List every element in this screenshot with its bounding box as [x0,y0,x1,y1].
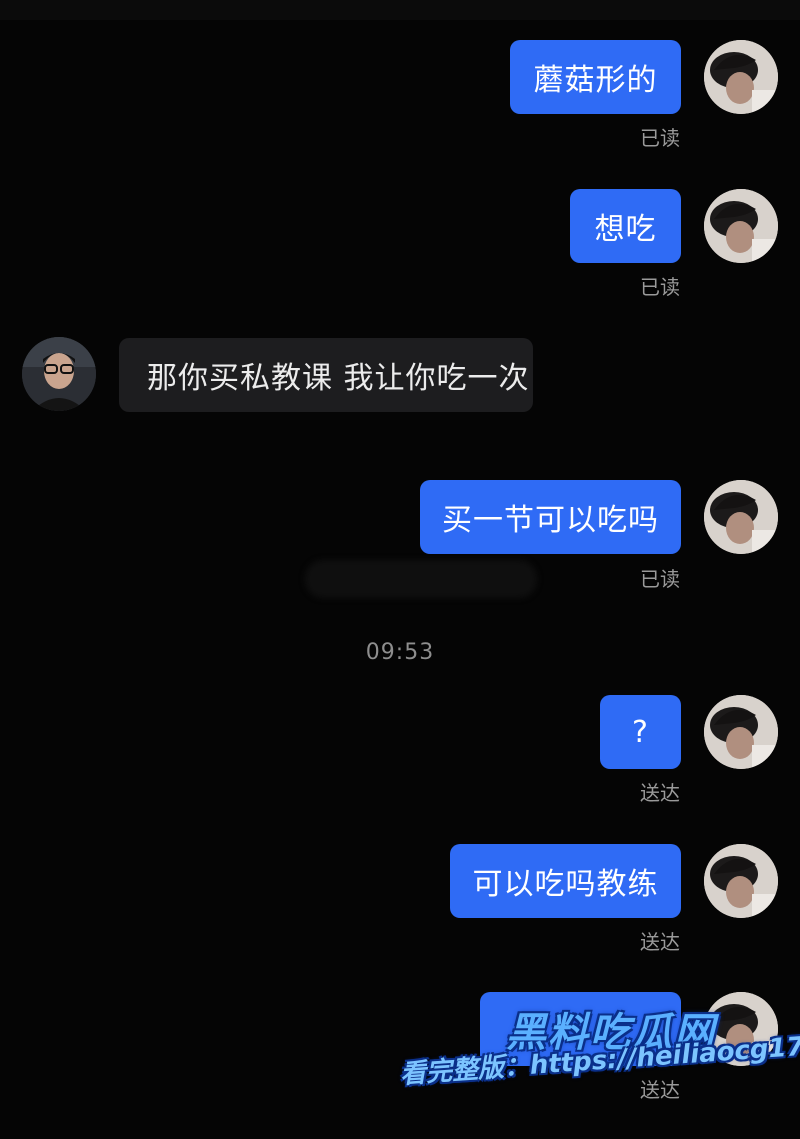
message-text: ? [632,714,649,750]
their-message-bubble[interactable]: 那你买私教课 我让你吃一次 [119,338,533,412]
my-avatar-icon[interactable] [704,40,778,114]
delivered-status: 送达 [640,930,680,954]
status-bar-area [0,0,800,20]
redaction-scribble [305,560,537,598]
read-status: 已读 [640,567,680,591]
my-avatar-icon[interactable] [704,480,778,554]
my-avatar-icon[interactable] [704,189,778,263]
coach-avatar-icon[interactable] [22,337,96,411]
my-message-bubble[interactable]: 买一节可以吃吗 [420,480,681,554]
read-status: 已读 [640,275,680,299]
message-timestamp: 09:53 [365,640,435,665]
read-status: 已读 [640,126,680,150]
chat-screen: 蘑菇形的 已读 想吃 已读 那你买私教课 我让你吃一次 买一节可以吃吗 已读 0… [0,0,800,1139]
my-avatar-icon[interactable] [704,695,778,769]
delivered-status: 送达 [640,781,680,805]
message-text: 想吃 [594,212,657,247]
my-message-bubble[interactable]: ? [600,695,681,769]
my-message-bubble[interactable]: 蘑菇形的 [510,40,681,114]
message-text: 可以吃吗教练 [472,867,659,902]
message-text: 蘑菇形的 [533,63,658,98]
message-text: 买一节可以吃吗 [442,503,659,538]
my-message-bubble[interactable]: 可以吃吗教练 [450,844,681,918]
my-message-bubble[interactable]: 想吃 [570,189,681,263]
my-avatar-icon[interactable] [704,844,778,918]
message-text: 那你买私教课 我让你吃一次 [147,361,530,396]
